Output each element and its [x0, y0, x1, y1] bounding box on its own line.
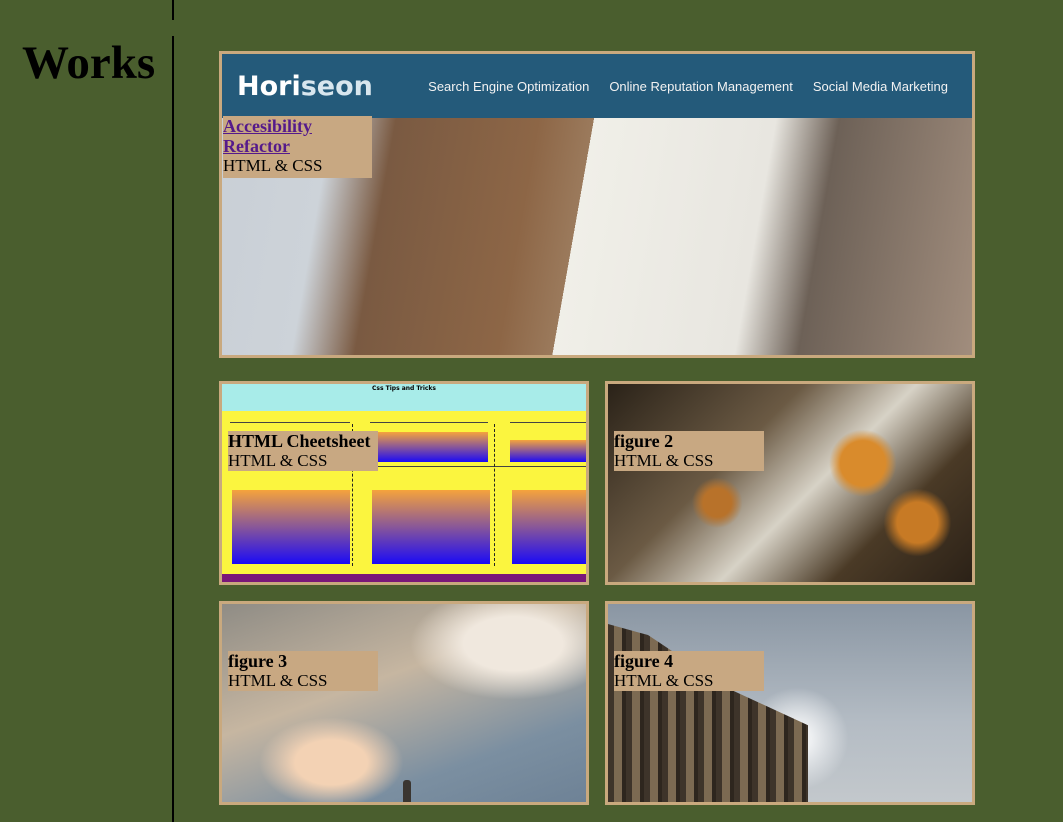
work-subtitle: HTML & CSS [614, 671, 714, 690]
hero-screenshot-navbar: Horiseon Search Engine Optimization Onli… [222, 54, 972, 118]
work-card-figure-3[interactable]: figure 3 HTML & CSS [219, 601, 589, 805]
work-subtitle: HTML & CSS [228, 671, 328, 690]
work-card-accessibility-refactor[interactable]: Horiseon Search Engine Optimization Onli… [219, 51, 975, 358]
nav-item: Online Reputation Management [609, 78, 793, 94]
work-card-html-cheetsheet[interactable]: Css Tips and Tricks HTML Cheetsheet HTML… [219, 381, 589, 585]
work-title: HTML Cheetsheet [228, 431, 371, 451]
work-caption: Accesibility Refactor HTML & CSS [223, 116, 372, 178]
section-title: Works [22, 37, 156, 89]
nav-item: Social Media Marketing [812, 78, 948, 94]
tree-photo [608, 384, 972, 582]
work-title: figure 3 [228, 651, 288, 671]
work-title: figure 4 [614, 651, 674, 671]
hero-screenshot-nav: Search Engine Optimization Online Reputa… [428, 79, 948, 94]
work-subtitle: HTML & CSS [614, 451, 714, 470]
cheatsheet-screenshot: Css Tips and Tricks [222, 384, 586, 582]
tower-shape [403, 780, 411, 802]
work-title: figure 2 [614, 431, 674, 451]
work-subtitle: HTML & CSS [228, 451, 328, 470]
horiseon-logo: Horiseon [237, 70, 373, 102]
work-caption: figure 3 HTML & CSS [228, 651, 378, 691]
work-link-accessibility-refactor[interactable]: Accesibility Refactor [223, 116, 372, 156]
work-card-figure-4[interactable]: figure 4 HTML & CSS [605, 601, 975, 805]
work-caption: HTML Cheetsheet HTML & CSS [228, 431, 378, 471]
divider-vertical [172, 36, 174, 822]
work-caption: figure 4 HTML & CSS [614, 651, 764, 691]
work-card-figure-2[interactable]: figure 2 HTML & CSS [605, 381, 975, 585]
divider-top [172, 0, 174, 20]
nav-item: Search Engine Optimization [428, 78, 590, 94]
work-caption: figure 2 HTML & CSS [614, 431, 764, 471]
sky-photo [222, 604, 586, 802]
work-subtitle: HTML & CSS [223, 156, 323, 175]
